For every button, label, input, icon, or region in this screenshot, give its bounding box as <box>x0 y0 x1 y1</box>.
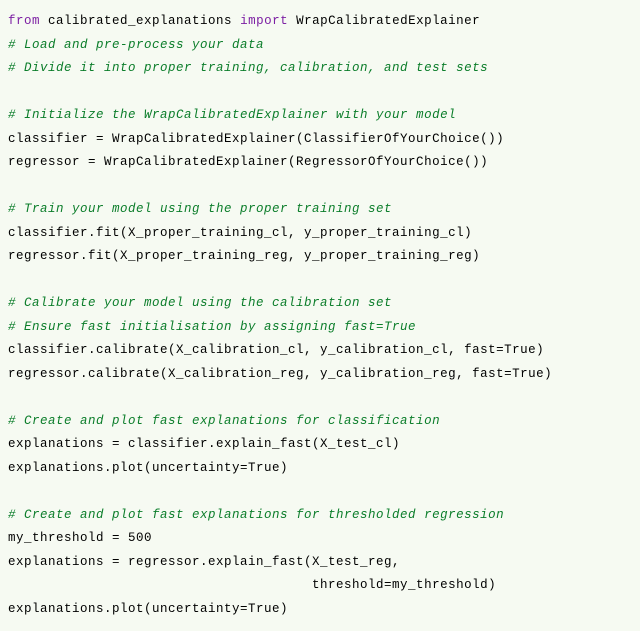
code-line: threshold=my_threshold) <box>8 574 634 598</box>
code-text: regressor.fit(X_proper_training_reg, y_p… <box>8 249 480 263</box>
code-line <box>8 81 634 105</box>
code-line: regressor = WrapCalibratedExplainer(Regr… <box>8 151 634 175</box>
imported-name: WrapCalibratedExplainer <box>296 14 480 28</box>
code-line: # Calibrate your model using the calibra… <box>8 292 634 316</box>
comment-text: # Load and pre-process your data <box>8 38 264 52</box>
code-line: explanations = regressor.explain_fast(X_… <box>8 551 634 575</box>
code-line: regressor.calibrate(X_calibration_reg, y… <box>8 363 634 387</box>
code-text: classifier.fit(X_proper_training_cl, y_p… <box>8 226 472 240</box>
code-text: explanations = classifier.explain_fast(X… <box>8 437 400 451</box>
code-line: # Create and plot fast explanations for … <box>8 410 634 434</box>
comment-text: # Divide it into proper training, calibr… <box>8 61 488 75</box>
code-line: explanations = classifier.explain_fast(X… <box>8 433 634 457</box>
code-line: regressor.fit(X_proper_training_reg, y_p… <box>8 245 634 269</box>
code-line <box>8 386 634 410</box>
code-text: classifier = WrapCalibratedExplainer(Cla… <box>8 132 504 146</box>
code-line: classifier = WrapCalibratedExplainer(Cla… <box>8 128 634 152</box>
code-line: # Train your model using the proper trai… <box>8 198 634 222</box>
module-name: calibrated_explanations <box>48 14 232 28</box>
code-line: # Create and plot fast explanations for … <box>8 504 634 528</box>
code-line: classifier.calibrate(X_calibration_cl, y… <box>8 339 634 363</box>
code-text: explanations.plot(uncertainty=True) <box>8 461 288 475</box>
code-text: classifier.calibrate(X_calibration_cl, y… <box>8 343 544 357</box>
code-text: my_threshold = 500 <box>8 531 152 545</box>
code-line <box>8 175 634 199</box>
code-text: explanations.plot(uncertainty=True) <box>8 602 288 616</box>
comment-text: # Train your model using the proper trai… <box>8 202 392 216</box>
code-line: classifier.fit(X_proper_training_cl, y_p… <box>8 222 634 246</box>
comment-text: # Create and plot fast explanations for … <box>8 508 504 522</box>
code-line <box>8 480 634 504</box>
code-text: regressor = WrapCalibratedExplainer(Regr… <box>8 155 488 169</box>
code-line <box>8 269 634 293</box>
keyword-import: import <box>240 14 288 28</box>
code-block: from calibrated_explanations import Wrap… <box>0 0 640 631</box>
code-line: from calibrated_explanations import Wrap… <box>8 10 634 34</box>
code-line: # Initialize the WrapCalibratedExplainer… <box>8 104 634 128</box>
code-line: my_threshold = 500 <box>8 527 634 551</box>
keyword-from: from <box>8 14 40 28</box>
code-text: threshold=my_threshold) <box>8 578 496 592</box>
code-text: explanations = regressor.explain_fast(X_… <box>8 555 400 569</box>
comment-text: # Calibrate your model using the calibra… <box>8 296 392 310</box>
code-line: # Load and pre-process your data <box>8 34 634 58</box>
comment-text: # Ensure fast initialisation by assignin… <box>8 320 416 334</box>
code-line: # Divide it into proper training, calibr… <box>8 57 634 81</box>
comment-text: # Initialize the WrapCalibratedExplainer… <box>8 108 456 122</box>
code-line: explanations.plot(uncertainty=True) <box>8 598 634 622</box>
code-text: regressor.calibrate(X_calibration_reg, y… <box>8 367 552 381</box>
comment-text: # Create and plot fast explanations for … <box>8 414 440 428</box>
code-line: # Ensure fast initialisation by assignin… <box>8 316 634 340</box>
code-line: explanations.plot(uncertainty=True) <box>8 457 634 481</box>
